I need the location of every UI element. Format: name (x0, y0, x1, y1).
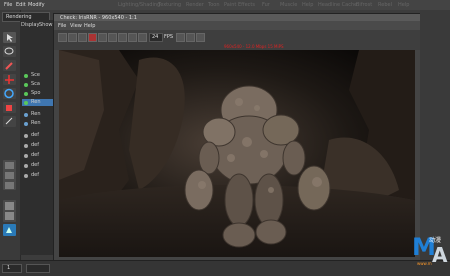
outliner-item[interactable]: def (22, 152, 54, 159)
select-tool-icon[interactable] (3, 32, 16, 43)
menu-edit[interactable]: Edit (16, 2, 26, 8)
menu-help-2[interactable]: Help (398, 2, 409, 8)
lasso-tool-icon[interactable] (3, 46, 16, 57)
outliner-display-menu[interactable]: Display (21, 22, 39, 28)
outliner-item[interactable]: def (22, 142, 54, 149)
outliner-item[interactable]: Sce (22, 72, 54, 79)
render-frame-icon[interactable] (58, 33, 67, 42)
menu-help[interactable]: Help (302, 2, 313, 8)
main-menubar: File Edit Modify Lighting/Shading Textur… (0, 0, 450, 10)
layout-icons[interactable] (3, 160, 16, 190)
paint-tool-icon[interactable] (3, 60, 16, 71)
display-alpha-icon[interactable] (128, 33, 137, 42)
menu-paint-effects[interactable]: Paint Effects (224, 2, 255, 8)
outliner-item[interactable]: Sca (22, 81, 54, 88)
remove-image-icon[interactable] (108, 33, 117, 42)
menu-texturing[interactable]: Texturing (158, 2, 181, 8)
outliner-item[interactable]: Ren (22, 120, 54, 127)
layout-split-icon[interactable] (3, 200, 16, 222)
fps-field[interactable]: 24 (149, 33, 163, 42)
window-menubar: File View Help (54, 21, 420, 30)
time-slider: 1 (0, 260, 450, 276)
universal-tool-icon[interactable] (3, 116, 16, 127)
render-status-bar: 960x540 - 12.0 Mbps 15 MiPS (54, 43, 420, 50)
rotate-tool-icon[interactable] (3, 88, 16, 99)
rendered-golem-image (59, 50, 415, 257)
outliner-show-menu[interactable]: Show (39, 22, 53, 28)
window-menu-file[interactable]: File (58, 23, 66, 29)
menu-headline-cache[interactable]: Headline Cache (318, 2, 357, 8)
menu-rebel[interactable]: Rebel (378, 2, 392, 8)
render-view-window: Check: IrisRNR - 960x540 - 1:1 File View… (53, 13, 421, 262)
settings-icon[interactable] (196, 33, 205, 42)
menu-toon[interactable]: Toon (208, 2, 220, 8)
menu-bifrost[interactable]: Bifrost (356, 2, 372, 8)
window-titlebar[interactable]: Check: IrisRNR - 960x540 - 1:1 (54, 14, 420, 21)
menu-muscle[interactable]: Muscle (280, 2, 297, 8)
outliner-item[interactable]: def (22, 132, 54, 139)
outliner-item[interactable]: Ren (22, 111, 54, 118)
render-view-icon[interactable] (3, 224, 16, 236)
render-status-text: 960x540 - 12.0 Mbps 15 MiPS (224, 44, 284, 49)
render-toolbar: 24 FPS (54, 30, 420, 44)
current-frame-field[interactable] (26, 264, 50, 273)
menu-lighting[interactable]: Lighting/Shading (118, 2, 160, 8)
window-menu-help[interactable]: Help (84, 23, 95, 29)
watermark-logo: M 动漫 A www.m (412, 233, 448, 267)
stop-icon[interactable] (88, 33, 97, 42)
outliner-item[interactable]: Spo (22, 90, 54, 97)
menu-file[interactable]: File (4, 2, 12, 8)
display-rgb-icon[interactable] (118, 33, 127, 42)
start-frame-field[interactable]: 1 (2, 264, 22, 273)
menu-render[interactable]: Render (186, 2, 204, 8)
fps-label: FPS (164, 34, 174, 40)
render-region-icon[interactable] (68, 33, 77, 42)
outliner-item-selected[interactable]: Ren (22, 99, 54, 106)
keep-image-icon[interactable] (98, 33, 107, 42)
toolbox (0, 10, 21, 275)
window-menu-view[interactable]: View (70, 23, 82, 29)
display-1to1-icon[interactable] (138, 33, 147, 42)
outliner-item[interactable]: def (22, 172, 54, 179)
move-tool-icon[interactable] (3, 74, 16, 85)
outliner-item[interactable]: def (22, 162, 54, 169)
menu-modify[interactable]: Modify (28, 2, 45, 8)
scale-tool-icon[interactable] (3, 102, 16, 113)
gamma-icon[interactable] (186, 33, 195, 42)
render-image (59, 50, 415, 257)
exposure-icon[interactable] (176, 33, 185, 42)
outliner-panel: Display Show Sce Sca Spo Ren Ren Ren def… (20, 20, 54, 255)
snapshot-icon[interactable] (78, 33, 87, 42)
menu-fur[interactable]: Fur (262, 2, 270, 8)
